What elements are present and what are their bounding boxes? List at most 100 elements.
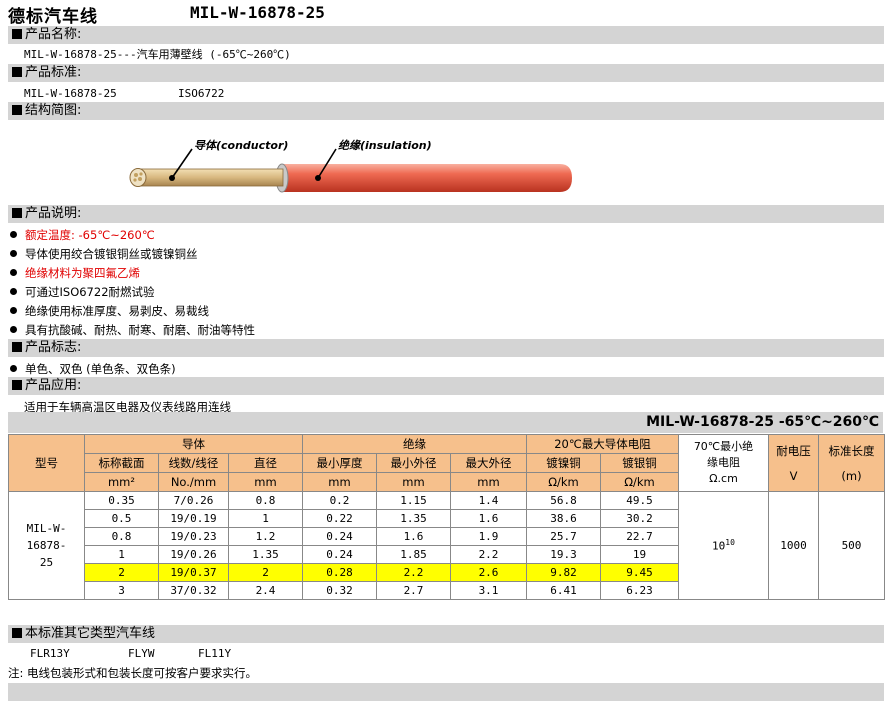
section-bar-description: 产品说明: (8, 205, 884, 223)
standard-primary: MIL-W-16878-25 (24, 87, 117, 100)
unit-max-od: mm (450, 472, 527, 492)
footer-bar (8, 683, 884, 701)
section-title-structure: 结构简图: (12, 102, 81, 120)
table-cell: 1.2 (228, 527, 303, 546)
table-cell: 6.41 (526, 581, 601, 600)
table-cell: 2.7 (376, 581, 451, 600)
header-resistance: 20℃最大导体电阻 (526, 434, 679, 454)
product-name: MIL-W-16878-25---汽车用薄壁线 (-65℃~260℃) (24, 48, 291, 61)
table-cell: 2.4 (228, 581, 303, 600)
unit-tin: Ω/km (526, 472, 601, 492)
unit-min-thickness: mm (302, 472, 377, 492)
table-cell: 1.35 (228, 545, 303, 564)
table-cell: 9.82 (526, 563, 601, 582)
other-type-item: FLYW (128, 647, 155, 660)
description-item: 绝缘使用标准厚度、易剥皮、易裁线 (10, 303, 209, 319)
section-bar-name: 产品名称: (8, 26, 884, 44)
table-cell: 0.8 (84, 527, 159, 546)
table-cell: 1 (84, 545, 159, 564)
bullet-icon (10, 231, 17, 238)
table-cell: 0.5 (84, 509, 159, 528)
header-min-od: 最小外径 (376, 453, 451, 473)
bullet-icon (10, 326, 17, 333)
header-diameter: 直径 (228, 453, 303, 473)
description-item: 具有抗酸碱、耐热、耐寒、耐磨、耐油等特性 (10, 322, 255, 338)
table-cell: 2 (84, 563, 159, 582)
header-conductor: 导体 (84, 434, 303, 454)
marking-item: 单色、双色 (单色条、双色条) (10, 361, 176, 377)
table-cell: 19/0.23 (158, 527, 229, 546)
cable-structure-diagram: 导体(conductor) 绝缘(insulation) (129, 139, 572, 193)
table-cell: 30.2 (600, 509, 679, 528)
table-cell: 38.6 (526, 509, 601, 528)
table-cell: 0.22 (302, 509, 377, 528)
header-voltage: 耐电压 V (768, 434, 819, 492)
table-cell: 1.35 (376, 509, 451, 528)
conductor-label: 导体(conductor) (194, 139, 288, 152)
unit-strands: No./mm (158, 472, 229, 492)
table-cell: 2.6 (450, 563, 527, 582)
bullet-icon (10, 288, 17, 295)
table-cell: 19/0.19 (158, 509, 229, 528)
insulation-label: 绝缘(insulation) (338, 139, 432, 152)
description-item: 可通过ISO6722耐燃试验 (10, 284, 155, 300)
other-type-item: FLR13Y (30, 647, 70, 660)
header-strands: 线数/线径 (158, 453, 229, 473)
section-title-marking: 产品标志: (12, 339, 81, 357)
section-title-other: 本标准其它类型汽车线 (12, 625, 155, 643)
table-row: MIL-W-16878-25 0.35 7/0.26 0.8 0.2 1.15 1.4 56.… (8, 491, 885, 600)
table-cell: 37/0.32 (158, 581, 229, 600)
unit-area: mm² (84, 472, 159, 492)
table-cell: 19.3 (526, 545, 601, 564)
unit-silver: Ω/km (600, 472, 679, 492)
model-cell: MIL-W-16878-25 (8, 491, 85, 600)
table-cell: 56.8 (526, 491, 601, 510)
unit-min-od: mm (376, 472, 451, 492)
voltage-cell: 1000 (768, 491, 819, 600)
bullet-icon (10, 269, 17, 276)
header-silver: 镀银铜 (600, 453, 679, 473)
header-model: 型号 (8, 434, 85, 492)
table-cell: 0.2 (302, 491, 377, 510)
header-tin: 镀镍铜 (526, 453, 601, 473)
description-item: 额定温度: -65℃~260℃ (10, 227, 155, 243)
conductor-core (129, 168, 284, 187)
page-title-code: MIL-W-16878-25 (190, 3, 325, 22)
table-cell: 2.2 (450, 545, 527, 564)
header-min-thickness: 最小厚度 (302, 453, 377, 473)
section-bar-standard: 产品标准: (8, 64, 884, 82)
table-cell: 19/0.37 (158, 563, 229, 582)
table-cell: 1.6 (376, 527, 451, 546)
table-cell: 0.35 (84, 491, 159, 510)
table-cell: 2.2 (376, 563, 451, 582)
spec-table: 型号 导体 绝缘 20℃最大导体电阻 70℃最小绝缘电阻 Ω.cm 耐电压 V … (8, 434, 885, 600)
section-bar-other: 本标准其它类型汽车线 (8, 625, 884, 643)
table-cell: 19 (600, 545, 679, 564)
table-cell: 25.7 (526, 527, 601, 546)
table-cell: 1.9 (450, 527, 527, 546)
table-cell: 3.1 (450, 581, 527, 600)
bullet-icon (10, 365, 17, 372)
standard-secondary: ISO6722 (178, 87, 225, 100)
length-cell: 500 (818, 491, 885, 600)
other-type-item: FL11Y (198, 647, 232, 660)
section-title-description: 产品说明: (12, 205, 81, 223)
bullet-icon (10, 250, 17, 257)
section-title-name: 产品名称: (12, 26, 81, 44)
section-title-standard: 产品标准: (12, 64, 81, 82)
header-max-od: 最大外径 (450, 453, 527, 473)
header-insulation-resistance: 70℃最小绝缘电阻 Ω.cm (678, 434, 769, 492)
insulation-resistance-cell: 1010 (678, 491, 769, 600)
table-cell: 1.85 (376, 545, 451, 564)
footnote: 注: 电线包装形式和包装长度可按客户要求实行。 (8, 666, 258, 680)
table-cell: 1.4 (450, 491, 527, 510)
table-cell: 1.6 (450, 509, 527, 528)
header-length: 标准长度 (m) (818, 434, 885, 492)
table-cell: 0.28 (302, 563, 377, 582)
table-cell: 7/0.26 (158, 491, 229, 510)
description-item: 绝缘材料为聚四氟乙烯 (10, 265, 140, 281)
table-cell: 19/0.26 (158, 545, 229, 564)
table-cell: 0.32 (302, 581, 377, 600)
header-insulation: 绝缘 (302, 434, 527, 454)
table-cell: 22.7 (600, 527, 679, 546)
